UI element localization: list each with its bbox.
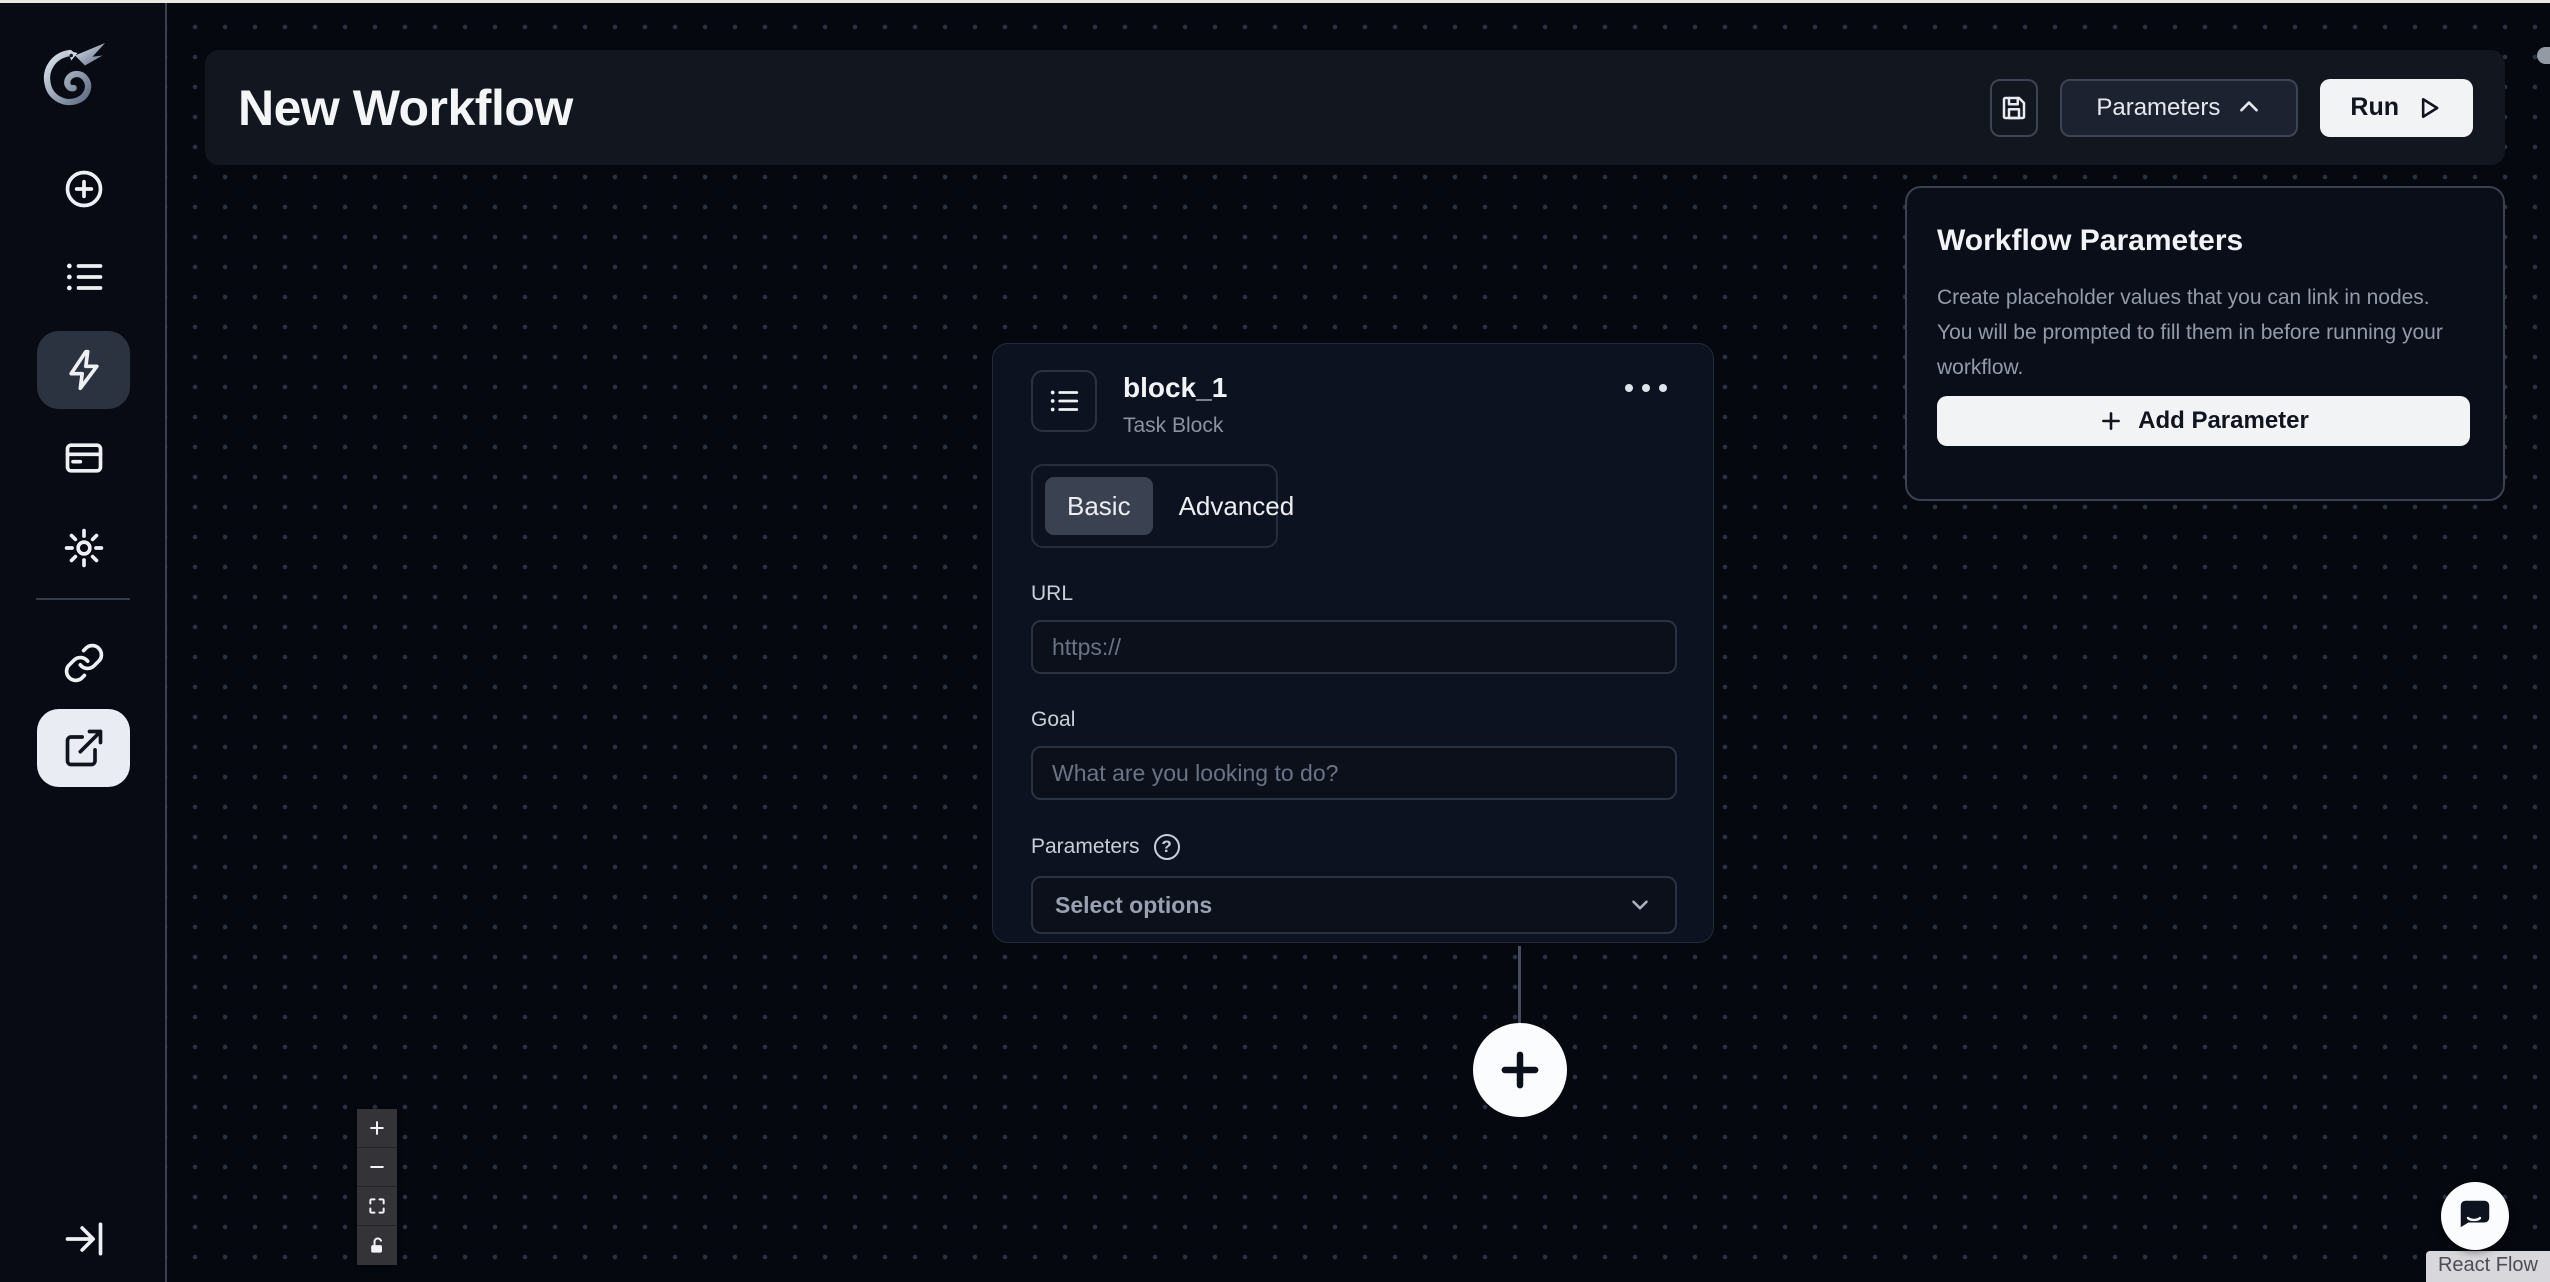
plus-icon bbox=[2102, 412, 2121, 430]
dot bbox=[1625, 384, 1633, 392]
chevron-down-icon bbox=[1632, 900, 1648, 910]
workflow-header: New Workflow Parameters Run bbox=[205, 50, 2505, 165]
parameters-toggle-button[interactable]: Parameters bbox=[2060, 78, 2299, 137]
sidebar-item-integrations[interactable] bbox=[37, 624, 130, 702]
zoom-out-button[interactable] bbox=[357, 1148, 397, 1187]
plus-icon bbox=[370, 1121, 384, 1135]
parameters-select[interactable]: Select options bbox=[1031, 876, 1677, 934]
arrow-right-to-line-icon bbox=[65, 1222, 102, 1256]
scrollbar-thumb[interactable] bbox=[2537, 47, 2550, 64]
dot bbox=[1659, 384, 1667, 392]
url-label: URL bbox=[1031, 582, 1074, 605]
credit-card-icon bbox=[65, 443, 102, 473]
dot bbox=[1642, 384, 1650, 392]
add-block-button[interactable] bbox=[1473, 1023, 1567, 1117]
sidebar-item-settings[interactable] bbox=[37, 509, 130, 587]
save-icon bbox=[2003, 96, 2026, 119]
sidebar-expand-button[interactable] bbox=[37, 1200, 130, 1278]
sidebar-item-workflows[interactable] bbox=[37, 331, 130, 409]
panel-title: Workflow Parameters bbox=[1937, 224, 2244, 257]
fit-view-icon bbox=[369, 1198, 385, 1214]
block-name: block_1 bbox=[1123, 372, 1228, 403]
chat-widget-button[interactable] bbox=[2441, 1182, 2509, 1250]
lock-toggle-button[interactable] bbox=[357, 1226, 397, 1265]
react-flow-attribution[interactable]: React Flow bbox=[2425, 1251, 2550, 1282]
goal-label: Goal bbox=[1031, 708, 1076, 731]
block-mode-tabs: Basic Advanced bbox=[1031, 464, 1294, 548]
sidebar-item-tasks[interactable] bbox=[37, 238, 130, 316]
plus-circle-icon bbox=[65, 170, 102, 208]
parameters-label: Parameters ? bbox=[1031, 834, 1675, 860]
chat-bubble-icon bbox=[2460, 1200, 2490, 1228]
list-icon bbox=[1050, 390, 1079, 412]
parameters-toggle-label: Parameters bbox=[2096, 93, 2221, 121]
zap-icon bbox=[68, 349, 99, 391]
parameters-select-placeholder: Select options bbox=[1055, 891, 1213, 918]
link-icon bbox=[64, 643, 103, 683]
panel-description: Create placeholder values that you can l… bbox=[1937, 286, 2443, 379]
sidebar-item-external[interactable] bbox=[37, 709, 130, 787]
plus-icon bbox=[1501, 1051, 1539, 1089]
list-icon bbox=[66, 263, 102, 291]
play-icon bbox=[2421, 97, 2439, 118]
add-parameter-label: Add Parameter bbox=[2138, 407, 2309, 434]
edge-connector bbox=[1518, 946, 1521, 1025]
task-block-header: block_1 Task Block bbox=[1031, 370, 1675, 438]
minus-icon bbox=[370, 1166, 384, 1168]
sidebar-item-billing[interactable] bbox=[37, 419, 130, 497]
sidebar-divider bbox=[36, 598, 130, 600]
external-link-icon bbox=[65, 729, 102, 767]
url-input[interactable] bbox=[1031, 620, 1677, 674]
goal-input[interactable] bbox=[1031, 746, 1677, 800]
add-parameter-button[interactable]: Add Parameter bbox=[1937, 396, 2470, 446]
block-type-label: Task Block bbox=[1123, 414, 1224, 437]
gear-icon bbox=[64, 528, 103, 568]
block-titles: block_1 Task Block bbox=[1123, 370, 1227, 438]
workflow-parameters-panel: Workflow Parameters Create placeholder v… bbox=[1905, 186, 2505, 501]
tab-basic[interactable]: Basic bbox=[1045, 477, 1153, 535]
block-type-icon-box bbox=[1031, 370, 1097, 432]
run-button[interactable]: Run bbox=[2320, 78, 2473, 137]
chevron-up-icon bbox=[2240, 100, 2259, 111]
save-button[interactable] bbox=[1990, 78, 2039, 137]
page-title: New Workflow bbox=[238, 79, 573, 136]
unlock-icon bbox=[371, 1236, 382, 1253]
task-block-node[interactable]: block_1 Task Block Basic Advanced URL Go… bbox=[992, 343, 1714, 943]
header-actions: Parameters Run bbox=[1990, 78, 2473, 137]
zoom-in-button[interactable] bbox=[357, 1109, 397, 1148]
tab-advanced[interactable]: Advanced bbox=[1157, 477, 1317, 535]
run-button-label: Run bbox=[2350, 93, 2399, 121]
block-options-menu-button[interactable] bbox=[1619, 378, 1673, 398]
skyvern-dragon-logo bbox=[43, 43, 105, 106]
window-top-edge bbox=[0, 0, 2550, 3]
sidebar-item-create[interactable] bbox=[37, 150, 130, 228]
help-circle-icon[interactable]: ? bbox=[1153, 834, 1180, 860]
app-sidebar bbox=[0, 3, 167, 1282]
canvas-controls bbox=[357, 1109, 397, 1265]
fit-view-button[interactable] bbox=[357, 1187, 397, 1226]
